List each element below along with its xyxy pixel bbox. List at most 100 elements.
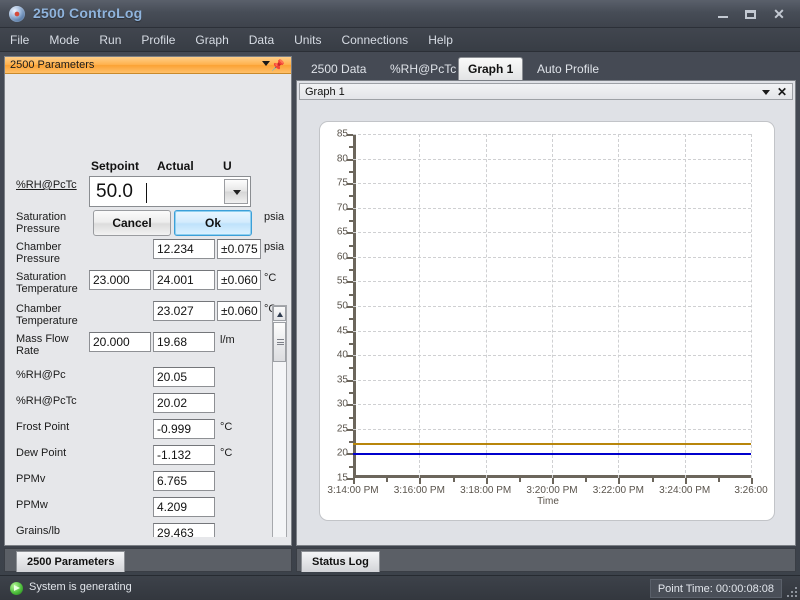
scroll-up-icon[interactable] xyxy=(273,306,286,321)
menu-item-help[interactable]: Help xyxy=(418,28,463,52)
x-axis-title: Time xyxy=(537,496,559,507)
parameters-panel-title: 2500 Parameters xyxy=(10,59,95,71)
param-label-frost-point: Frost Point xyxy=(16,421,70,433)
menu-bar: File Mode Run Profile Graph Data Units C… xyxy=(0,28,800,52)
field-grains-lb-actual[interactable]: 29.463 xyxy=(153,523,215,537)
field-mass-flow-rate-setpoint[interactable]: 20.000 xyxy=(89,332,151,352)
menu-item-units[interactable]: Units xyxy=(284,28,331,52)
y-axis-minor-tick xyxy=(349,244,353,247)
x-axis-tick-label: 3:24:00 PM xyxy=(659,485,711,496)
chart-plot-area[interactable]: 15 20 25 30 35 40 45 50 55 60 65 70 75 80 85 3:14:00 PM… xyxy=(327,129,767,497)
y-axis-minor-tick xyxy=(349,269,353,272)
scrollbar-thumb[interactable] xyxy=(273,322,286,362)
status-bar: System is generating Point Time: 00:00:0… xyxy=(0,575,800,600)
field-dew-point-actual[interactable]: -1.132 xyxy=(153,445,215,465)
field-saturation-temperature-u[interactable]: ±0.060 xyxy=(217,270,261,290)
param-label-saturation-temperature: Saturation Temperature xyxy=(16,271,78,295)
close-icon[interactable]: ✕ xyxy=(777,85,787,99)
status-point-time: Point Time: 00:00:08:08 xyxy=(649,579,782,598)
chart-gridline-vertical xyxy=(419,134,421,478)
x-axis-minor-tick xyxy=(452,478,455,482)
title-bar: 2500 ControLog ✕ xyxy=(0,0,800,28)
x-axis-tick-label: 3:14:00 PM xyxy=(327,485,379,496)
ok-button[interactable]: Ok xyxy=(174,210,252,236)
y-axis-minor-tick xyxy=(349,146,353,149)
x-axis-minor-tick xyxy=(585,478,588,482)
chevron-down-icon[interactable] xyxy=(224,179,248,204)
param-label-rh-pc: %RH@Pc xyxy=(16,369,66,381)
setpoint-combo-input[interactable]: 50.0 xyxy=(89,176,251,207)
y-axis-tick-label: 80 xyxy=(336,153,348,165)
text-caret xyxy=(146,183,147,203)
field-ppmv-actual[interactable]: 6.765 xyxy=(153,471,215,491)
unit-chamber-pressure: psia xyxy=(264,241,285,253)
column-header-u: U xyxy=(223,159,232,173)
column-header-actual: Actual xyxy=(157,159,194,173)
resize-grip-icon[interactable] xyxy=(786,586,797,597)
y-axis-tick-label: 30 xyxy=(336,398,348,410)
close-icon[interactable]: ✕ xyxy=(766,4,792,24)
param-label-chamber-temperature: Chamber Temperature xyxy=(16,303,78,327)
y-axis-tick-label: 25 xyxy=(336,423,348,435)
chart-gridline-vertical xyxy=(751,134,752,478)
menu-item-profile[interactable]: Profile xyxy=(131,28,185,52)
chart-series-line xyxy=(353,442,751,445)
chart-gridline-vertical xyxy=(485,134,487,478)
x-axis-tick-label: 3:22:00 PM xyxy=(592,485,644,496)
menu-item-run[interactable]: Run xyxy=(89,28,131,52)
y-axis-minor-tick xyxy=(349,416,353,419)
y-axis-minor-tick xyxy=(349,342,353,345)
menu-item-graph[interactable]: Graph xyxy=(185,28,238,52)
menu-item-data[interactable]: Data xyxy=(239,28,284,52)
dock-tab-status-log[interactable]: Status Log xyxy=(301,551,380,572)
parameters-list: Setpoint Actual U %RH@PcTc Saturation Pr… xyxy=(6,75,290,537)
tab-2500-data[interactable]: 2500 Data xyxy=(302,59,375,80)
setpoint-combo-value: 50.0 xyxy=(96,181,133,202)
minimize-icon[interactable] xyxy=(710,4,736,24)
field-saturation-temperature-actual[interactable]: 24.001 xyxy=(153,270,215,290)
pin-icon[interactable]: 📌 xyxy=(271,59,285,72)
y-axis-tick-label: 35 xyxy=(336,374,348,386)
x-axis-tick xyxy=(419,478,422,484)
field-saturation-temperature-setpoint[interactable]: 23.000 xyxy=(89,270,151,290)
unit-dew-point: °C xyxy=(220,447,233,459)
tab-auto-profile[interactable]: Auto Profile xyxy=(528,59,608,80)
chart-gridline-vertical xyxy=(684,134,686,478)
cancel-button[interactable]: Cancel xyxy=(93,210,171,236)
chevron-down-icon[interactable] xyxy=(262,61,270,66)
status-message: System is generating xyxy=(29,581,132,593)
unit-mass-flow-rate: l/m xyxy=(220,334,235,346)
param-label-chamber-pressure: Chamber Pressure xyxy=(16,241,62,265)
tab-rh-pctc[interactable]: %RH@PcTc xyxy=(381,59,465,80)
parameters-scrollbar[interactable] xyxy=(272,305,287,537)
param-label-saturation-pressure: Saturation Pressure xyxy=(16,211,67,235)
y-axis-tick-label: 85 xyxy=(336,128,348,140)
menu-item-mode[interactable]: Mode xyxy=(39,28,89,52)
menu-item-file[interactable]: File xyxy=(0,28,39,52)
dock-tab-2500-parameters[interactable]: 2500 Parameters xyxy=(16,551,126,572)
field-chamber-pressure-actual[interactable]: 12.234 xyxy=(153,239,215,259)
maximize-icon[interactable] xyxy=(737,4,763,24)
graph-panel: Graph 1 ✕ 15 20 25 30 35 40 45 50 55 60 65 70 75 80 85… xyxy=(296,80,796,546)
y-axis-tick-label: 20 xyxy=(336,447,348,459)
tab-graph-1[interactable]: Graph 1 xyxy=(458,57,524,80)
field-ppmw-actual[interactable]: 4.209 xyxy=(153,497,215,517)
y-axis-tick-label: 55 xyxy=(336,275,348,287)
param-label-ppmw: PPMw xyxy=(16,499,48,511)
field-rh-pc-actual[interactable]: 20.05 xyxy=(153,367,215,387)
param-label-rh-pctc-edit[interactable]: %RH@PcTc xyxy=(16,179,90,191)
chevron-down-icon[interactable] xyxy=(762,90,770,95)
field-mass-flow-rate-actual[interactable]: 19.68 xyxy=(153,332,215,352)
unit-frost-point: °C xyxy=(220,421,233,433)
y-axis-tick-label: 70 xyxy=(336,202,348,214)
chart-gridline-vertical xyxy=(618,134,620,478)
param-label-dew-point: Dew Point xyxy=(16,447,67,459)
field-chamber-pressure-u[interactable]: ±0.075 xyxy=(217,239,261,259)
field-frost-point-actual[interactable]: -0.999 xyxy=(153,419,215,439)
y-axis-tick-label: 50 xyxy=(336,300,348,312)
field-chamber-temperature-u[interactable]: ±0.060 xyxy=(217,301,261,321)
x-axis-tick xyxy=(618,478,621,484)
field-rh-pctc-actual[interactable]: 20.02 xyxy=(153,393,215,413)
field-chamber-temperature-actual[interactable]: 23.027 xyxy=(153,301,215,321)
menu-item-connections[interactable]: Connections xyxy=(331,28,418,52)
